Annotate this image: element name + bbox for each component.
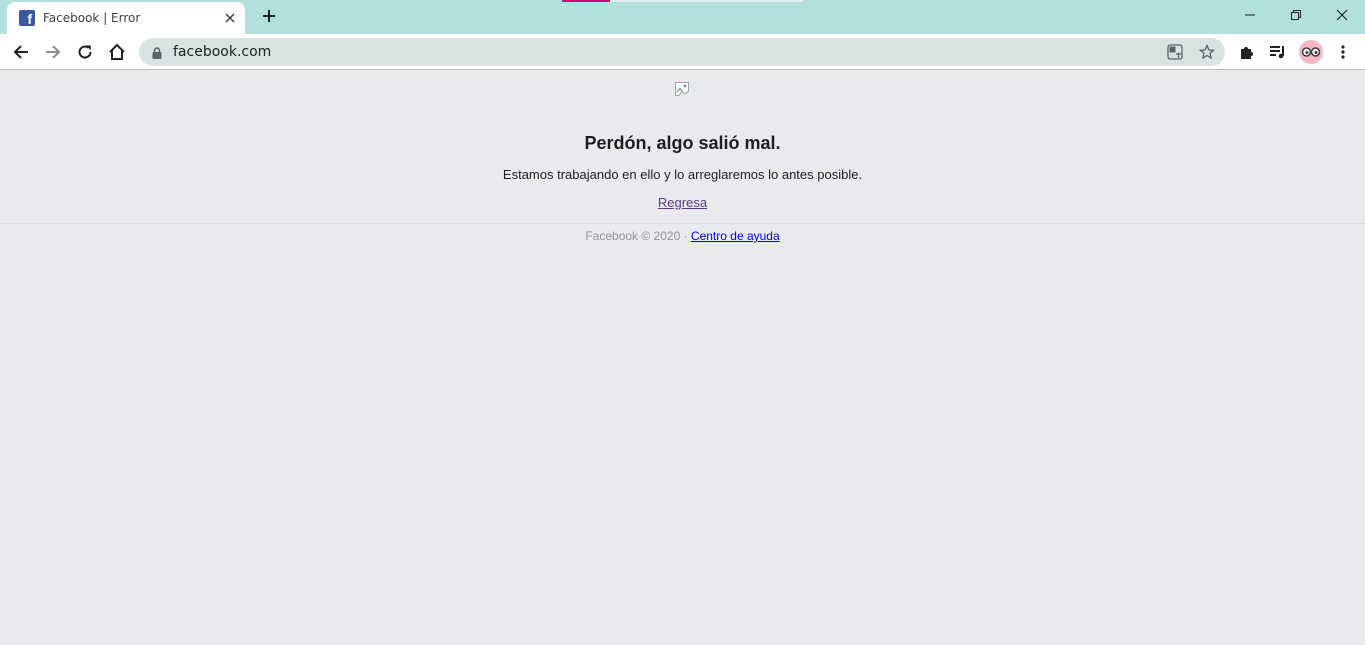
arrow-right-icon [46,45,61,59]
puzzle-icon [1241,47,1253,59]
reload-button[interactable] [73,40,97,64]
close-tab-icon[interactable] [221,9,239,27]
glasses-icon [1301,47,1321,57]
broken-image-icon [675,82,689,96]
error-message: Estamos trabajando en ello y lo arreglar… [502,167,863,182]
lock-icon[interactable] [152,46,162,64]
minimize-window-button[interactable] [1237,4,1263,26]
arrow-left-icon [13,45,28,59]
tab-active[interactable]: f Facebook | Error [7,2,245,34]
restore-icon [1291,10,1301,20]
forward-button[interactable] [41,40,65,64]
error-headline: Perdón, algo salió mal. [584,133,781,153]
playlist-icon [1270,46,1284,59]
plus-icon [263,10,275,22]
copyright-text: Facebook © 2020 · [585,229,691,243]
profile-avatar[interactable] [1299,40,1323,64]
url-text[interactable]: facebook.com [173,44,271,60]
home-icon [109,43,125,60]
help-center-link[interactable]: Centro de ayuda [691,229,780,243]
reload-icon [78,45,92,59]
browser-toolbar: facebook.com [0,34,1365,70]
star-bookmark-icon[interactable] [1198,43,1216,61]
tab-strip: f Facebook | Error [0,0,1365,34]
translate-icon[interactable] [1166,43,1184,61]
restore-window-button[interactable] [1283,4,1309,26]
back-link-container: Regresa [0,195,1365,210]
close-icon [1336,9,1348,21]
tab-title: Facebook | Error [43,11,141,25]
extensions-button[interactable] [1235,40,1259,64]
new-tab-button[interactable] [258,5,280,27]
facebook-favicon-icon: f [19,10,35,26]
tab-group-indicator [562,0,610,2]
close-window-button[interactable] [1329,4,1355,26]
address-bar[interactable]: facebook.com [139,38,1225,66]
tab-group-indicator-secondary [610,0,803,2]
page-footer: Facebook © 2020 · Centro de ayuda [0,229,1365,243]
page-content: Perdón, algo salió mal. Estamos trabajan… [0,71,1365,645]
minimize-icon [1245,14,1255,16]
chrome-menu-button[interactable] [1331,40,1355,64]
more-vertical-icon [1341,45,1345,59]
back-link[interactable]: Regresa [658,195,707,210]
back-button[interactable] [9,40,33,64]
footer-divider [0,223,1365,224]
media-control-button[interactable] [1266,40,1290,64]
home-button[interactable] [105,40,129,64]
